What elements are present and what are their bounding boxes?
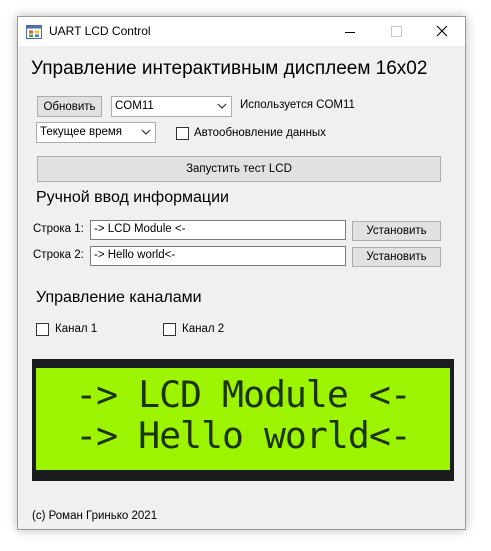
- port-select[interactable]: COM11: [111, 96, 232, 117]
- maximize-button[interactable]: [373, 17, 419, 46]
- channel1-label: Канал 1: [55, 323, 98, 335]
- channels-heading: Управление каналами: [36, 289, 202, 306]
- minimize-icon: [345, 32, 355, 33]
- minimize-button[interactable]: [327, 17, 373, 46]
- auto-update-checkbox[interactable]: [176, 127, 189, 140]
- app-icon: [26, 25, 42, 39]
- title-bar[interactable]: UART LCD Control: [18, 17, 465, 46]
- run-lcd-test-button[interactable]: Запустить тест LCD: [37, 156, 441, 182]
- port-select-value: COM11: [115, 100, 154, 112]
- line2-label: Строка 2:: [33, 249, 84, 261]
- line2-input-value: -> Hello world<-: [94, 249, 176, 261]
- close-button[interactable]: [419, 17, 465, 46]
- lcd-line-1: -> LCD Module <-: [75, 373, 412, 416]
- line1-label: Строка 1:: [33, 223, 84, 235]
- main-heading: Управление интерактивным дисплеем 16x02: [31, 58, 428, 79]
- window-title: UART LCD Control: [49, 24, 151, 38]
- port-status-label: Используется COM11: [240, 99, 355, 111]
- chevron-down-icon: [217, 103, 227, 109]
- app-window: UART LCD Control Управление интерактивны…: [17, 16, 466, 530]
- auto-update-label: Автообновление данных: [194, 127, 326, 139]
- refresh-button[interactable]: Обновить: [37, 96, 102, 117]
- line1-set-button[interactable]: Установить: [352, 221, 441, 241]
- maximize-icon: [391, 26, 402, 37]
- line2-set-button[interactable]: Установить: [352, 247, 441, 267]
- channel1-checkbox[interactable]: [36, 323, 49, 336]
- mode-select-value: Текущее время: [40, 126, 123, 138]
- channel2-checkbox[interactable]: [163, 323, 176, 336]
- lcd-display: -> LCD Module <- -> Hello world<-: [32, 359, 454, 481]
- copyright-text: (c) Роман Гринько 2021: [32, 510, 158, 522]
- line2-input[interactable]: -> Hello world<-: [90, 246, 346, 266]
- line1-input-value: -> LCD Module <-: [94, 223, 186, 235]
- lcd-line-2: -> Hello world<-: [75, 414, 412, 457]
- line1-input[interactable]: -> LCD Module <-: [90, 220, 346, 240]
- chevron-down-icon: [141, 129, 151, 135]
- channel2-label: Канал 2: [182, 323, 225, 335]
- manual-input-heading: Ручной ввод информации: [36, 189, 229, 206]
- lcd-screen: -> LCD Module <- -> Hello world<-: [36, 368, 450, 470]
- close-icon: [436, 25, 448, 37]
- mode-select[interactable]: Текущее время: [36, 122, 156, 143]
